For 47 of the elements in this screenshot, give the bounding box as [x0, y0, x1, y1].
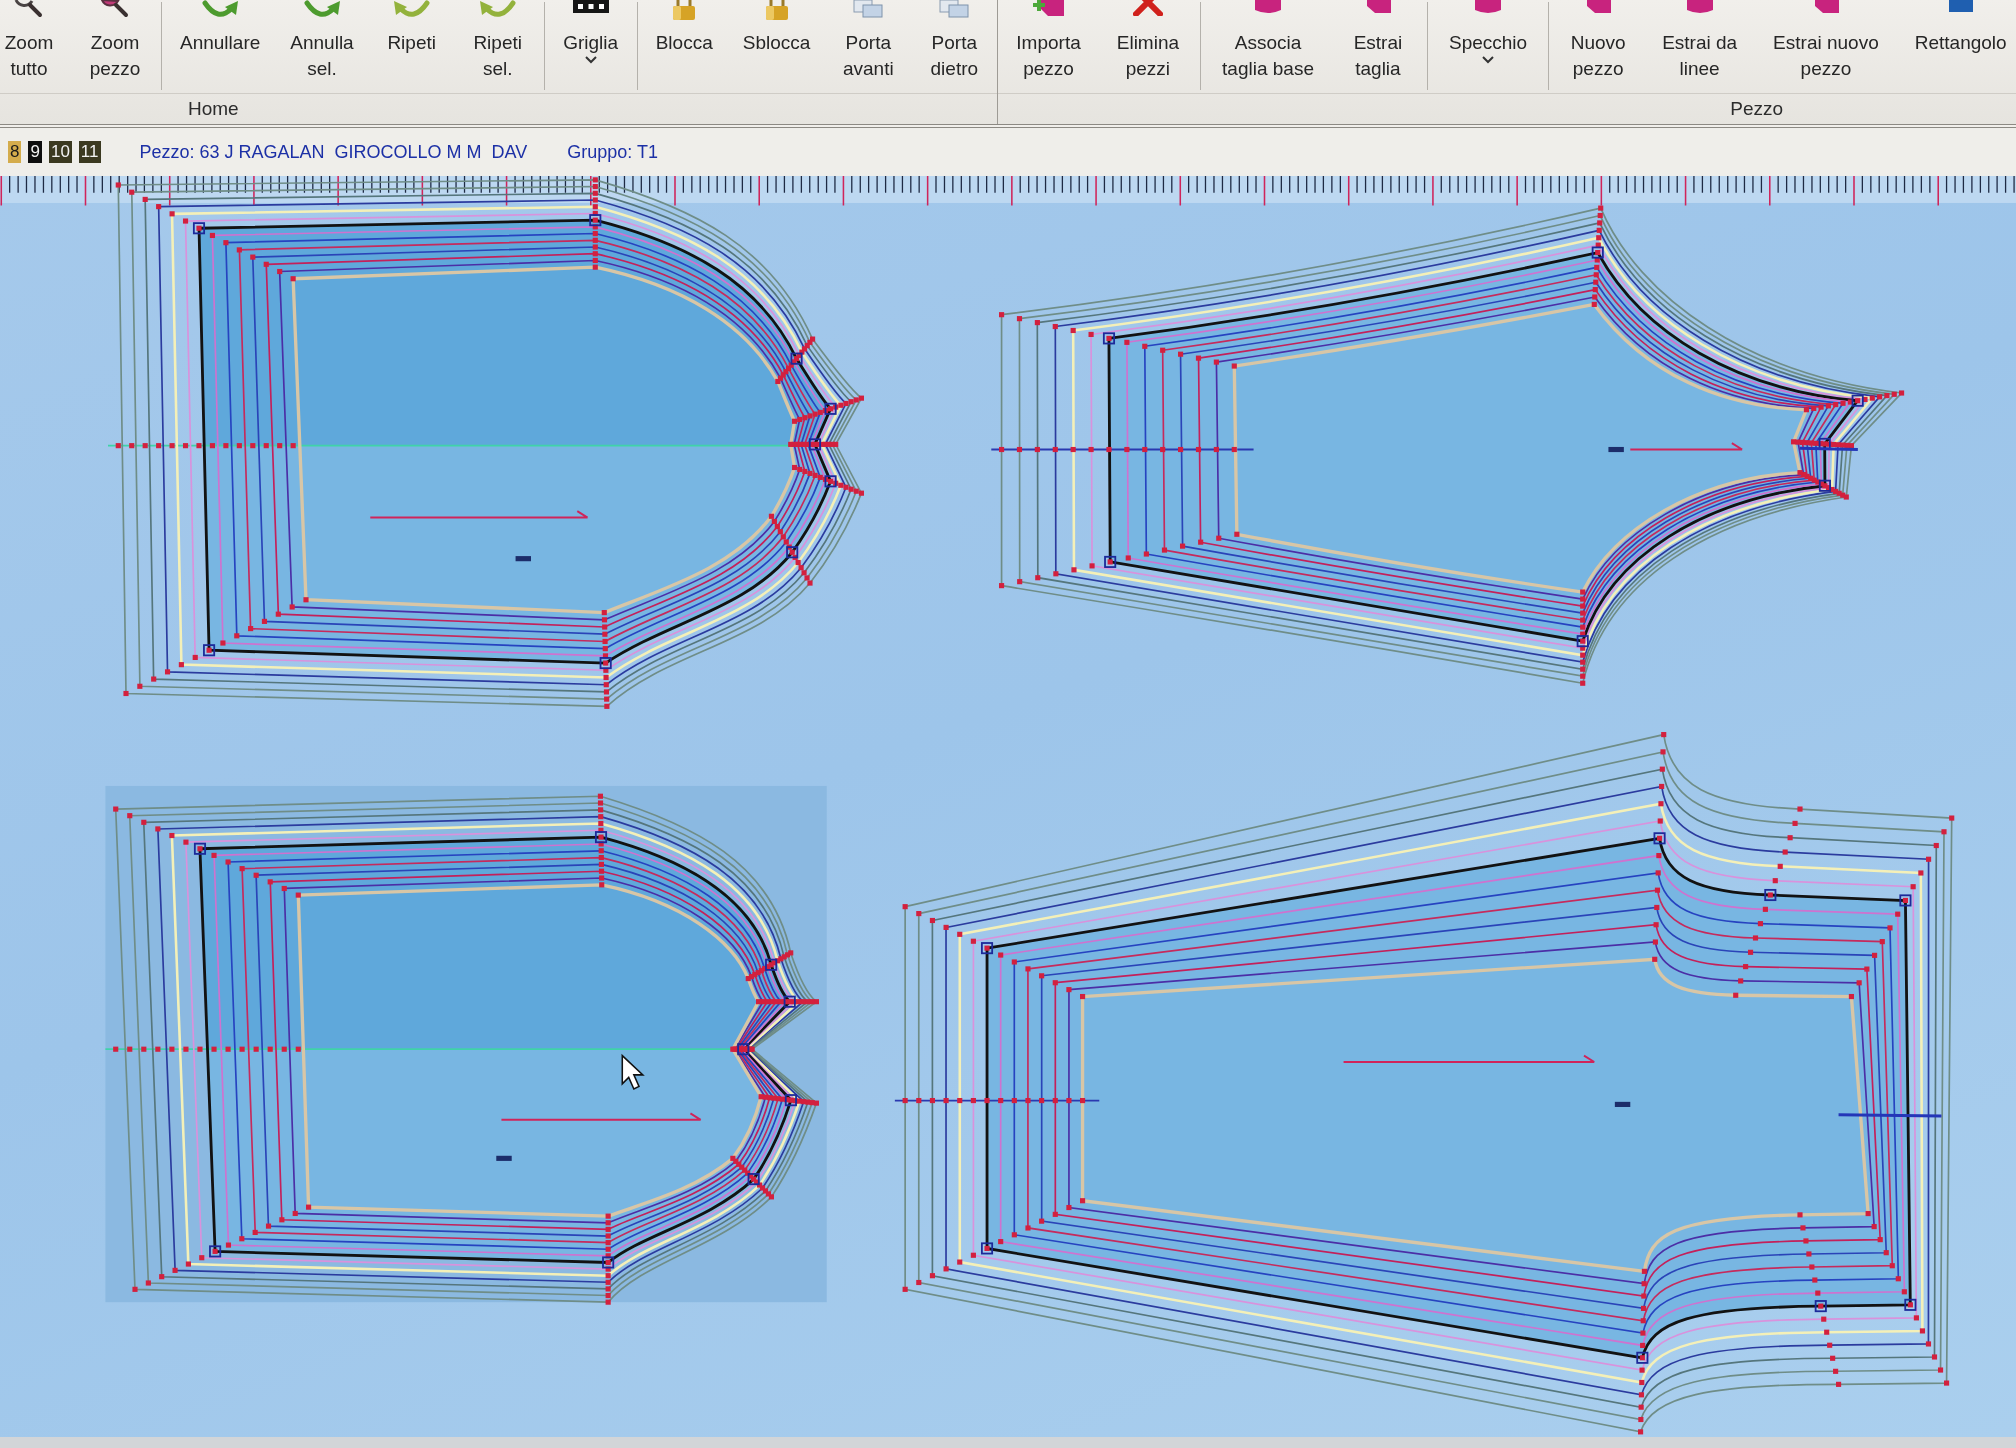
size-tag[interactable]: 11 — [78, 141, 101, 163]
padlock-icon — [765, 0, 788, 20]
toolbar-button[interactable]: Nuovo pezzo — [1552, 0, 1645, 93]
chevron-down-icon — [584, 56, 597, 64]
size-tag[interactable]: 9 — [28, 141, 42, 163]
toolbar-button[interactable]: Ripeti sel. — [454, 0, 541, 93]
rectangle-icon — [1948, 0, 1973, 12]
cross-icon — [1132, 0, 1163, 16]
padlock-icon — [673, 0, 696, 20]
toolbar-button[interactable]: Blocca — [640, 0, 728, 93]
curved-arrow-icon — [200, 0, 241, 18]
toolbar-button[interactable]: Specchio — [1430, 0, 1546, 93]
magnifier-icon — [100, 0, 130, 18]
stacked-pages-icon — [939, 0, 970, 18]
cursor-icon — [621, 1053, 645, 1091]
toolbar-button[interactable]: Griglia — [547, 0, 634, 93]
magnifier-icon — [14, 0, 44, 18]
toolbar-button[interactable]: Zoom tutto — [0, 0, 72, 93]
toolbar-button[interactable]: Annulla sel. — [275, 0, 369, 93]
toolbar-button[interactable]: Estrai taglia — [1331, 0, 1424, 93]
toolbar-button[interactable]: Sblocca — [727, 0, 826, 93]
toolbar-button[interactable]: Zoom pezzo — [72, 0, 158, 93]
toolbar-button[interactable]: Ripeti — [368, 0, 455, 93]
piece-name-label: Pezzo: 63 J RAGALAN GIROCOLLO M M DAV — [139, 141, 528, 163]
toolbar-button[interactable]: Porta dietro — [911, 0, 998, 93]
toolbar-button[interactable]: Importa pezzo — [998, 0, 1099, 93]
size-tag[interactable]: 8 — [8, 141, 22, 163]
stacked-pages-icon — [853, 0, 884, 18]
toolbar-button[interactable]: Annullare — [165, 0, 276, 93]
size-tag[interactable]: 10 — [48, 141, 72, 163]
toolbar-button[interactable]: Rettangolo — [1896, 0, 2016, 93]
toolbar-button[interactable]: Associa taglia base — [1204, 0, 1332, 93]
grid-icon — [572, 0, 609, 13]
ribbon-group-label: Pezzo — [1730, 98, 1784, 120]
toolbar-button[interactable]: Elimina pezzi — [1098, 0, 1198, 93]
ribbon-group-label: Home — [188, 98, 239, 120]
pattern-piece-icon — [1473, 0, 1504, 16]
toolbar-button[interactable]: Estrai da linee — [1644, 0, 1756, 93]
pattern-piece-icon — [1253, 0, 1283, 16]
curved-arrow-icon — [301, 0, 342, 18]
toolbar-button[interactable]: Porta avanti — [825, 0, 912, 93]
toolbar-button[interactable]: Estrai nuovo pezzo — [1755, 0, 1897, 93]
chevron-down-icon — [1482, 56, 1495, 64]
pattern-piece-icon — [1684, 0, 1715, 16]
curved-arrow-icon — [477, 0, 518, 18]
group-name-label: Gruppo: T1 — [567, 141, 659, 163]
curved-arrow-icon — [391, 0, 432, 18]
